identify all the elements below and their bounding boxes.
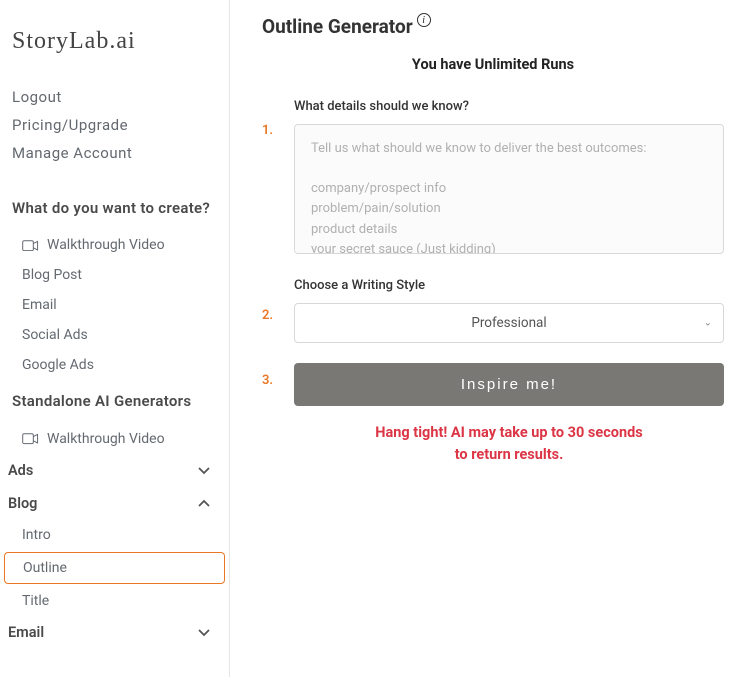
section-create-heading: What do you want to create? xyxy=(0,187,229,230)
nav-blog-post[interactable]: Blog Post xyxy=(0,260,229,290)
video-icon xyxy=(22,239,39,251)
chevron-down-icon xyxy=(197,463,211,477)
video-icon xyxy=(22,433,39,445)
chevron-down-icon xyxy=(197,625,211,639)
nav-standalone-walkthrough[interactable]: Walkthrough Video xyxy=(0,424,229,454)
blog-outline-item[interactable]: Outline xyxy=(4,552,225,584)
step-2: 2. Choose a Writing Style Professional ⌄ xyxy=(262,278,724,343)
wait-message: Hang tight! AI may take up to 30 seconds… xyxy=(294,422,724,467)
nav-walkthrough-video[interactable]: Walkthrough Video xyxy=(0,230,229,260)
manage-account-link[interactable]: Manage Account xyxy=(12,139,217,167)
nav-item-label: Walkthrough Video xyxy=(47,431,165,447)
sidebar: StoryLab.ai Logout Pricing/Upgrade Manag… xyxy=(0,0,230,677)
writing-style-select[interactable]: Professional xyxy=(294,303,724,343)
nav-google-ads[interactable]: Google Ads xyxy=(0,350,229,380)
nav-item-label: Social Ads xyxy=(22,327,88,343)
accordion-label: Ads xyxy=(8,462,33,479)
step-1-label: What details should we know? xyxy=(294,99,724,114)
nav-item-label: Blog Post xyxy=(22,267,82,283)
blog-title-item[interactable]: Title xyxy=(0,586,229,616)
step-1: 1. What details should we know? xyxy=(262,99,724,258)
inspire-button[interactable]: Inspire me! xyxy=(294,363,724,406)
page-title-row: Outline Generator i xyxy=(262,15,724,38)
nav-item-label: Walkthrough Video xyxy=(47,237,165,253)
nav-email[interactable]: Email xyxy=(0,290,229,320)
nav-social-ads[interactable]: Social Ads xyxy=(0,320,229,350)
accordion-ads[interactable]: Ads xyxy=(0,454,229,487)
details-input[interactable] xyxy=(294,124,724,254)
nav-item-label: Email xyxy=(22,297,57,313)
chevron-up-icon xyxy=(197,496,211,510)
logout-link[interactable]: Logout xyxy=(12,83,217,111)
step-number: 1. xyxy=(262,99,278,258)
info-icon[interactable]: i xyxy=(417,13,431,27)
page-title: Outline Generator xyxy=(262,15,413,38)
accordion-label: Blog xyxy=(8,495,37,512)
step-number: 3. xyxy=(262,363,278,467)
pricing-link[interactable]: Pricing/Upgrade xyxy=(12,111,217,139)
account-nav: Logout Pricing/Upgrade Manage Account xyxy=(0,83,229,187)
logo: StoryLab.ai xyxy=(0,28,229,83)
step-number: 2. xyxy=(262,278,278,343)
blog-intro-item[interactable]: Intro xyxy=(0,520,229,550)
step-3: 3. Inspire me! Hang tight! AI may take u… xyxy=(262,363,724,467)
accordion-blog[interactable]: Blog xyxy=(0,487,229,520)
accordion-label: Email xyxy=(8,624,44,641)
step-2-label: Choose a Writing Style xyxy=(294,278,724,293)
section-standalone-heading: Standalone AI Generators xyxy=(0,380,229,423)
runs-label: You have Unlimited Runs xyxy=(262,56,724,73)
nav-item-label: Google Ads xyxy=(22,357,94,373)
accordion-email[interactable]: Email xyxy=(0,616,229,649)
main-content: Outline Generator i You have Unlimited R… xyxy=(230,0,742,677)
